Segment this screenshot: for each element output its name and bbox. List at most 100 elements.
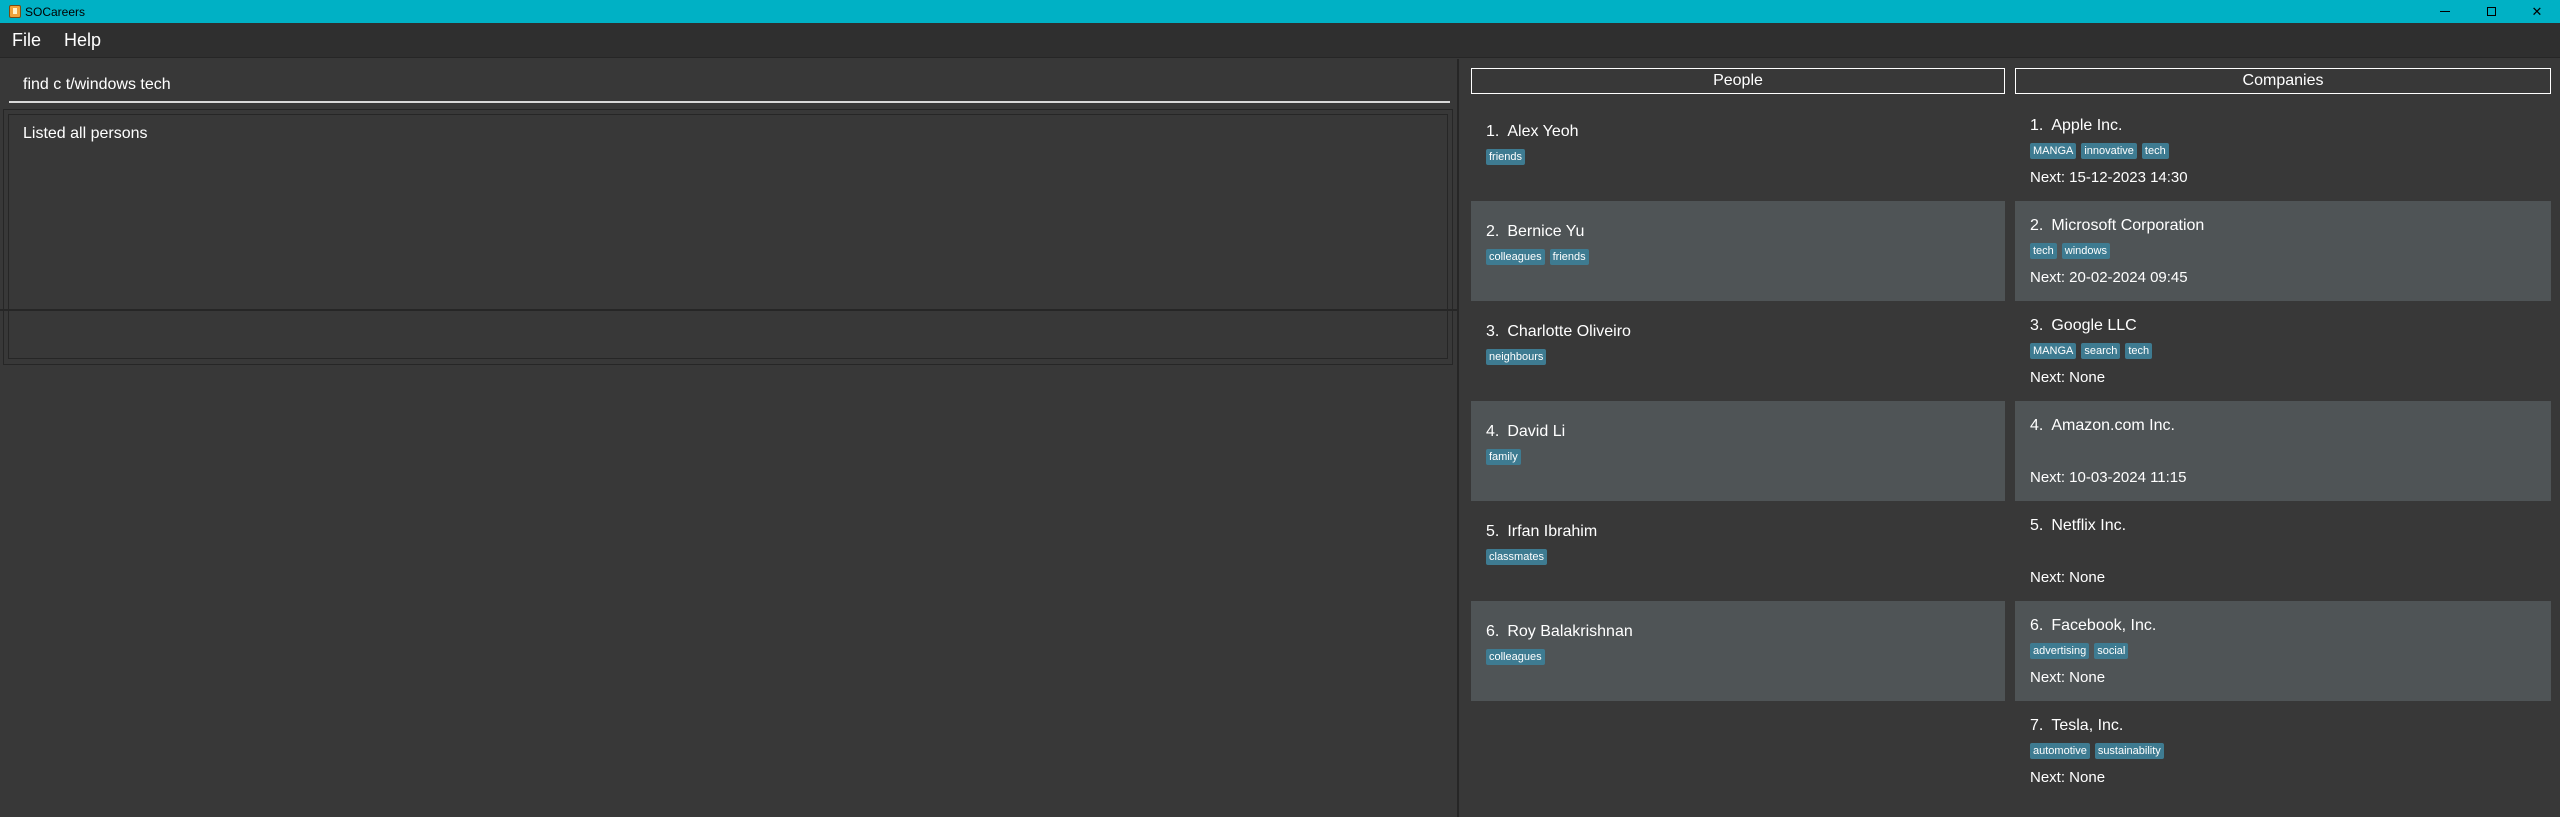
next-schedule: Next: None xyxy=(2030,769,2106,786)
card-index: 3. xyxy=(2030,317,2044,334)
people-header: People xyxy=(1471,68,2005,94)
companies-list[interactable]: 1. Apple Inc. MANGA innovative tech Next: 15-… xyxy=(2015,101,2551,801)
card-name-text: Amazon.com Inc. xyxy=(2051,417,2175,434)
card-index: 1. xyxy=(2030,117,2044,134)
tag: colleagues xyxy=(1486,649,1545,665)
next-schedule: Next: None xyxy=(2030,669,2106,686)
window-controls: ✕ xyxy=(2422,0,2560,23)
person-name: 3. Charlotte Oliveiro xyxy=(1486,323,1990,341)
card-name-text: David Li xyxy=(1507,423,1566,440)
company-name: 2. Microsoft Corporation xyxy=(2030,217,2536,235)
company-name: 7. Tesla, Inc. xyxy=(2030,717,2536,735)
company-card[interactable]: 6. Facebook, Inc. advertising social Next: N… xyxy=(2015,601,2551,701)
minimize-icon xyxy=(2440,11,2450,12)
card-index: 6. xyxy=(1486,623,1500,640)
company-name: 3. Google LLC xyxy=(2030,317,2536,335)
window-title: SOCareers xyxy=(25,4,86,19)
tag-list: neighbours xyxy=(1486,349,1990,365)
tag-list: classmates xyxy=(1486,549,1990,565)
command-input[interactable]: find c t/windows tech xyxy=(9,69,1450,103)
card-index: 4. xyxy=(2030,417,2044,434)
title-bar: SOCareers ✕ xyxy=(0,0,2560,23)
minimize-button[interactable] xyxy=(2422,0,2468,23)
card-name-text: Microsoft Corporation xyxy=(2051,217,2205,234)
tag: windows xyxy=(2061,243,2110,259)
company-name: 4. Amazon.com Inc. xyxy=(2030,417,2536,435)
card-index: 5. xyxy=(1486,523,1500,540)
card-index: 6. xyxy=(2030,617,2044,634)
tag: advertising xyxy=(2030,643,2090,659)
person-card[interactable]: 5. Irfan Ibrahim classmates xyxy=(1471,501,2005,601)
card-index: 4. xyxy=(1486,423,1500,440)
card-name-text: Facebook, Inc. xyxy=(2051,617,2157,634)
person-name: 5. Irfan Ibrahim xyxy=(1486,523,1990,541)
left-panel: find c t/windows tech Listed all persons xyxy=(0,59,1459,817)
card-index: 7. xyxy=(2030,717,2044,734)
tag: tech xyxy=(2125,343,2153,359)
menu-help[interactable]: Help xyxy=(60,26,105,55)
company-card[interactable]: 7. Tesla, Inc. automotive sustainability Nex… xyxy=(2015,701,2551,801)
tag: colleagues xyxy=(1486,249,1545,265)
card-name-text: Netflix Inc. xyxy=(2051,517,2127,534)
person-card[interactable]: 2. Bernice Yu colleagues friends xyxy=(1471,201,2005,301)
tag: friends xyxy=(1549,249,1589,265)
people-list[interactable]: 1. Alex Yeoh friends 2. Bernice Yu colleagues… xyxy=(1471,101,2005,701)
right-panel: People 1. Alex Yeoh friends 2. Bernice Yu col… xyxy=(1461,59,2560,817)
card-name-text: Bernice Yu xyxy=(1507,223,1585,240)
menu-file[interactable]: File xyxy=(8,26,45,55)
card-name-text: Alex Yeoh xyxy=(1507,123,1579,140)
person-card[interactable]: 3. Charlotte Oliveiro neighbours xyxy=(1471,301,2005,401)
close-button[interactable]: ✕ xyxy=(2514,0,2560,23)
tag: MANGA xyxy=(2030,143,2077,159)
person-card[interactable]: 6. Roy Balakrishnan colleagues xyxy=(1471,601,2005,701)
company-name: 6. Facebook, Inc. xyxy=(2030,617,2536,635)
card-name-text: Google LLC xyxy=(2051,317,2137,334)
people-column: People 1. Alex Yeoh friends 2. Bernice Yu col… xyxy=(1471,68,2005,701)
company-card[interactable]: 5. Netflix Inc. Next: None xyxy=(2015,501,2551,601)
company-name: 5. Netflix Inc. xyxy=(2030,517,2536,535)
tag-list: friends xyxy=(1486,149,1990,165)
next-schedule: Next: 15-12-2023 14:30 xyxy=(2030,169,2188,186)
next-schedule: Next: 20-02-2024 09:45 xyxy=(2030,269,2188,286)
result-display: Listed all persons xyxy=(8,114,1448,359)
company-card[interactable]: 1. Apple Inc. MANGA innovative tech Next: 15-… xyxy=(2015,101,2551,201)
person-card[interactable]: 1. Alex Yeoh friends xyxy=(1471,101,2005,201)
card-name-text: Roy Balakrishnan xyxy=(1507,623,1633,640)
tag: innovative xyxy=(2081,143,2137,159)
person-name: 4. David Li xyxy=(1486,423,1990,441)
next-schedule: Next: None xyxy=(2030,369,2106,386)
maximize-button[interactable] xyxy=(2468,0,2514,23)
person-name: 1. Alex Yeoh xyxy=(1486,123,1990,141)
next-schedule: Next: None xyxy=(2030,569,2106,586)
tag-list: advertising social xyxy=(2030,643,2536,659)
menu-bar: File Help xyxy=(0,23,2560,58)
panel-divider xyxy=(0,309,1459,311)
card-index: 2. xyxy=(2030,217,2044,234)
card-name-text: Apple Inc. xyxy=(2051,117,2123,134)
company-card[interactable]: 2. Microsoft Corporation tech windows Next: … xyxy=(2015,201,2551,301)
person-card[interactable]: 4. David Li family xyxy=(1471,401,2005,501)
app-icon xyxy=(9,5,21,18)
close-icon: ✕ xyxy=(2531,3,2543,19)
companies-header: Companies xyxy=(2015,68,2551,94)
tag: social xyxy=(2094,643,2129,659)
card-index: 2. xyxy=(1486,223,1500,240)
company-card[interactable]: 4. Amazon.com Inc. Next: 10-03-2024 11:15 xyxy=(2015,401,2551,501)
card-index: 1. xyxy=(1486,123,1500,140)
tag: friends xyxy=(1486,149,1526,165)
tag-list xyxy=(2030,543,2536,559)
person-name: 6. Roy Balakrishnan xyxy=(1486,623,1990,641)
tag-list: automotive sustainability xyxy=(2030,743,2536,759)
card-name-text: Tesla, Inc. xyxy=(2051,717,2124,734)
next-schedule: Next: 10-03-2024 11:15 xyxy=(2030,469,2187,486)
tag: MANGA xyxy=(2030,343,2077,359)
company-name: 1. Apple Inc. xyxy=(2030,117,2536,135)
tag-list: family xyxy=(1486,449,1990,465)
company-card[interactable]: 3. Google LLC MANGA search tech Next: None xyxy=(2015,301,2551,401)
person-name: 2. Bernice Yu xyxy=(1486,223,1990,241)
card-index: 5. xyxy=(2030,517,2044,534)
result-text: Listed all persons xyxy=(23,125,148,142)
tag-list: MANGA innovative tech xyxy=(2030,143,2536,159)
tag-list: colleagues xyxy=(1486,649,1990,665)
card-index: 3. xyxy=(1486,323,1500,340)
